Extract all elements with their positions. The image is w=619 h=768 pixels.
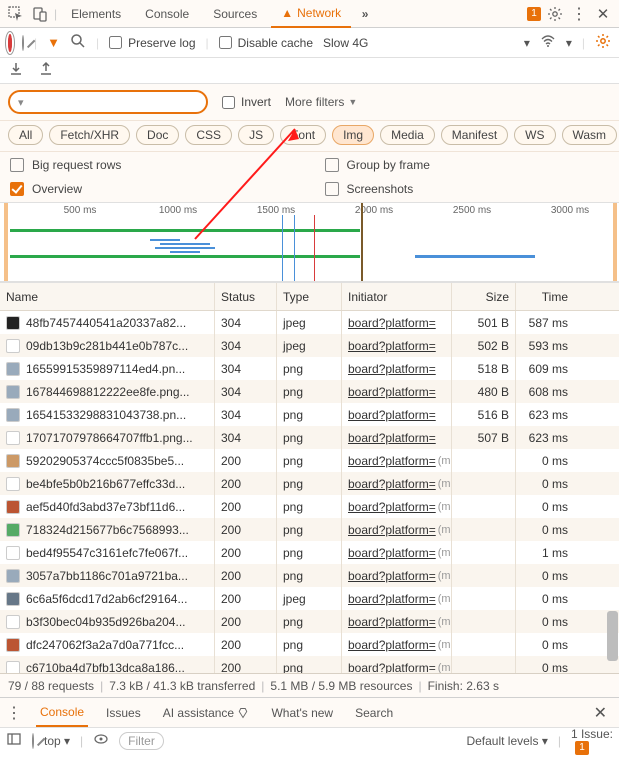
type-pill-js[interactable]: JS xyxy=(238,125,274,145)
clear-button[interactable] xyxy=(22,36,24,50)
timeline-overview[interactable]: 500 ms1000 ms1500 ms2000 ms2500 ms3000 m… xyxy=(0,202,619,282)
filter-toggle-icon[interactable]: ▼ xyxy=(47,35,60,50)
network-settings-icon[interactable] xyxy=(595,33,611,52)
drawer-close-icon[interactable]: ✕ xyxy=(588,703,613,723)
col-type[interactable]: Type xyxy=(277,283,342,310)
close-devtools-icon[interactable]: ✕ xyxy=(593,4,613,24)
table-row[interactable]: 718324d215677b6c7568993...200pngboard?pl… xyxy=(0,518,619,541)
type-pill-ws[interactable]: WS xyxy=(514,125,555,145)
throttling-select[interactable]: Slow 4G xyxy=(323,36,368,50)
col-status[interactable]: Status xyxy=(215,283,277,310)
table-row[interactable]: 17071707978664707ffb1.png...304pngboard?… xyxy=(0,426,619,449)
table-row[interactable]: 16541533298831043738.pn...304pngboard?pl… xyxy=(0,403,619,426)
search-icon[interactable] xyxy=(70,33,86,52)
type-pill-css[interactable]: CSS xyxy=(185,125,232,145)
settings-icon[interactable] xyxy=(545,4,565,24)
col-size[interactable]: Size xyxy=(452,283,516,310)
type-pill-media[interactable]: Media xyxy=(380,125,435,145)
col-name[interactable]: Name xyxy=(0,283,215,310)
overview-checkbox[interactable]: Overview xyxy=(10,182,295,196)
table-row[interactable]: 09db13b9c281b441e0b787c...304jpegboard?p… xyxy=(0,334,619,357)
console-clear-icon[interactable] xyxy=(32,734,34,748)
console-filter-input[interactable]: Filter xyxy=(119,732,164,750)
table-row[interactable]: bed4f95547c3161efc7fe067f...200pngboard?… xyxy=(0,541,619,564)
export-har-icon[interactable] xyxy=(8,61,24,80)
tab-sources[interactable]: Sources xyxy=(203,1,267,27)
table-row[interactable]: be4bfe5b0b216b677effc33d...200pngboard?p… xyxy=(0,472,619,495)
funnel-icon: ▾ xyxy=(18,96,24,109)
timeline-tick: 1500 ms xyxy=(257,205,295,216)
table-row[interactable]: 16559915359897114ed4.pn...304pngboard?pl… xyxy=(0,357,619,380)
table-row[interactable]: 167844698812222ee8fe.png...304pngboard?p… xyxy=(0,380,619,403)
table-row[interactable]: dfc247062f3a2a7d0a771fcc...200pngboard?p… xyxy=(0,633,619,656)
preserve-log-checkbox[interactable]: Preserve log xyxy=(109,36,195,50)
levels-select[interactable]: Default levels ▾ xyxy=(466,734,547,748)
drawer-tab-issues[interactable]: Issues xyxy=(102,700,145,726)
timeline-tick: 3000 ms xyxy=(551,205,589,216)
type-pill-wasm[interactable]: Wasm xyxy=(562,125,618,145)
console-sidebar-icon[interactable] xyxy=(6,731,22,750)
tab-console[interactable]: Console xyxy=(135,1,199,27)
disable-cache-checkbox[interactable]: Disable cache xyxy=(219,36,313,50)
drawer-kebab-icon[interactable]: ⋮ xyxy=(6,703,22,723)
table-row[interactable]: c6710ba4d7bfb13dca8a186...200pngboard?pl… xyxy=(0,656,619,673)
tab-network[interactable]: ▲Network xyxy=(271,0,351,28)
record-button[interactable] xyxy=(8,36,12,50)
type-pill-img[interactable]: Img xyxy=(332,125,374,145)
screenshots-checkbox[interactable]: Screenshots xyxy=(325,182,610,196)
table-row[interactable]: aef5d40fd3abd37e73bf11d6...200pngboard?p… xyxy=(0,495,619,518)
tab-elements[interactable]: Elements xyxy=(61,1,131,27)
timeline-tick: 2500 ms xyxy=(453,205,491,216)
col-time[interactable]: Time xyxy=(516,283,574,310)
scrollbar-thumb[interactable] xyxy=(607,611,618,661)
device-icon[interactable] xyxy=(30,4,50,24)
import-har-icon[interactable] xyxy=(38,61,54,80)
type-pill-font[interactable]: Font xyxy=(280,125,326,145)
wifi-icon[interactable] xyxy=(540,33,556,52)
eye-icon[interactable] xyxy=(93,731,109,750)
group-by-frame-checkbox[interactable]: Group by frame xyxy=(325,158,610,172)
more-filters-button[interactable]: More filters ▼ xyxy=(285,95,357,109)
table-row[interactable]: 3057a7bb1186c701a9721ba...200pngboard?pl… xyxy=(0,564,619,587)
more-tabs-icon[interactable]: » xyxy=(355,4,375,24)
kebab-icon[interactable]: ⋮ xyxy=(569,4,589,24)
big-rows-checkbox[interactable]: Big request rows xyxy=(10,158,295,172)
warning-badge[interactable]: 1 xyxy=(527,7,541,21)
timeline-tick: 1000 ms xyxy=(159,205,197,216)
col-initiator[interactable]: Initiator xyxy=(342,283,452,310)
throttling-dropdown-icon[interactable]: ▾ xyxy=(524,36,530,50)
type-pill-all[interactable]: All xyxy=(8,125,43,145)
drawer-tab-search[interactable]: Search xyxy=(351,700,397,726)
filter-text-field[interactable] xyxy=(30,95,198,109)
drawer-tab-console[interactable]: Console xyxy=(36,699,88,727)
table-row[interactable]: b3f30bec04b935d926ba204...200pngboard?pl… xyxy=(0,610,619,633)
table-row[interactable]: 6c6a5f6dcd17d2ab6cf29164...200jpegboard?… xyxy=(0,587,619,610)
table-row[interactable]: 59202905374ccc5f0835be5...200pngboard?pl… xyxy=(0,449,619,472)
issues-link[interactable]: 1 Issue:1 xyxy=(571,727,613,755)
type-pill-doc[interactable]: Doc xyxy=(136,125,179,145)
drawer-tab-whatsnew[interactable]: What's new xyxy=(267,700,337,726)
filter-input[interactable]: ▾ xyxy=(8,90,208,114)
table-row[interactable]: 48fb7457440541a20337a82...304jpegboard?p… xyxy=(0,311,619,334)
invert-checkbox[interactable]: Invert xyxy=(222,95,271,109)
type-pill-manifest[interactable]: Manifest xyxy=(441,125,508,145)
inspect-icon[interactable] xyxy=(6,4,26,24)
drawer-tab-ai[interactable]: AI assistance xyxy=(159,700,254,726)
summary-bar: 79 / 88 requests| 7.3 kB / 41.3 kB trans… xyxy=(0,673,619,697)
context-select[interactable]: top ▾ xyxy=(44,734,70,748)
upload-dropdown-icon[interactable]: ▾ xyxy=(566,36,572,50)
timeline-tick: 500 ms xyxy=(64,205,97,216)
type-pill-fetchxhr[interactable]: Fetch/XHR xyxy=(49,125,130,145)
table-header: Name Status Type Initiator Size Time xyxy=(0,283,619,311)
